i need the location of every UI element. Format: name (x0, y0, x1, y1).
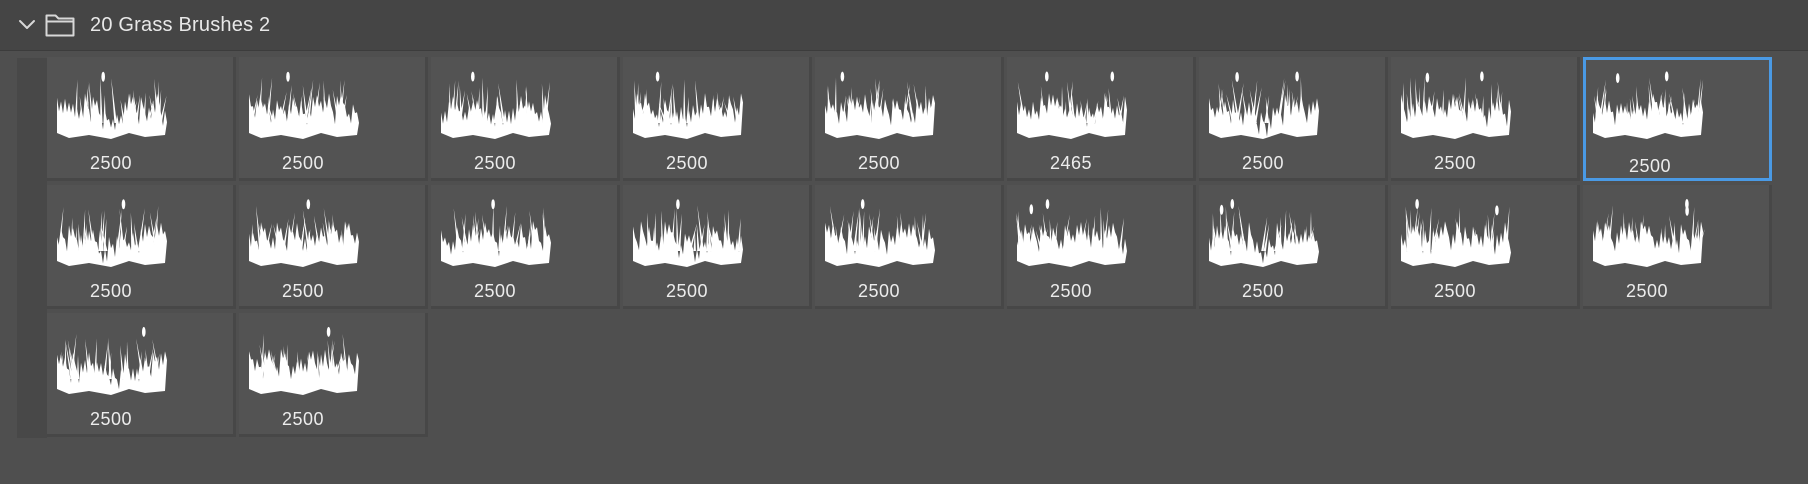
brush-size-label: 2500 (281, 153, 325, 173)
grass-brush-icon (1401, 71, 1511, 139)
brush-tile[interactable]: 2500 (47, 313, 236, 437)
brush-size-label: 2500 (1433, 153, 1477, 173)
brush-tile[interactable]: 2500 (623, 185, 812, 309)
brush-tile[interactable]: 2500 (431, 57, 620, 181)
brush-size-label: 2500 (1241, 281, 1285, 301)
folder-icon (45, 14, 75, 37)
brush-size-label: 2500 (857, 281, 901, 301)
grass-brush-icon (1593, 71, 1704, 139)
brush-tile[interactable]: 2500 (1199, 185, 1388, 309)
brush-tile[interactable]: 2500 (1391, 57, 1580, 181)
grass-brush-icon (1209, 71, 1319, 139)
brush-size-label: 2500 (665, 281, 709, 301)
brush-size-label: 2500 (473, 153, 517, 173)
brush-tile[interactable]: 2500 (815, 57, 1004, 181)
brush-size-label: 2500 (1628, 156, 1672, 176)
tree-indent-gutter (17, 58, 47, 438)
brush-tile[interactable]: 2465 (1007, 57, 1196, 181)
grass-brush-icon (57, 326, 167, 395)
brushes-panel: 20 Grass Brushes 2 2500 2500 2500 2500 2500 2… (0, 0, 1808, 484)
grass-brush-icon (1209, 199, 1319, 267)
brush-tile[interactable]: 2500 (1007, 185, 1196, 309)
chevron-down-icon[interactable] (17, 15, 37, 35)
brush-tile[interactable]: 2500 (1391, 185, 1580, 309)
brush-tile[interactable]: 2500 (239, 57, 428, 181)
brush-tile[interactable]: 2500 (431, 185, 620, 309)
brush-size-label: 2500 (89, 409, 133, 429)
brush-tile[interactable]: 2500 (239, 185, 428, 309)
brush-size-label: 2500 (1049, 281, 1093, 301)
brush-tile[interactable]: 2500 (47, 57, 236, 181)
grass-brush-icon (249, 326, 359, 395)
brush-tile[interactable]: 2500 (239, 313, 428, 437)
brush-tile[interactable]: 2500 (623, 57, 812, 181)
brush-tile[interactable]: 2500 (1199, 57, 1388, 181)
grass-brush-icon (1401, 199, 1511, 267)
grass-brush-icon (1593, 199, 1705, 267)
grass-brush-icon (57, 71, 167, 139)
grass-brush-icon (441, 71, 551, 139)
grass-brush-icon (633, 199, 743, 267)
brush-size-label: 2500 (665, 153, 709, 173)
brush-size-label: 2500 (857, 153, 901, 173)
grass-brush-icon (57, 199, 167, 267)
grass-brush-icon (249, 71, 359, 139)
brush-size-label: 2465 (1049, 153, 1093, 173)
brush-size-label: 2500 (281, 409, 325, 429)
brush-size-label: 2500 (281, 281, 325, 301)
brush-tile[interactable]: 2500 (47, 185, 236, 309)
brush-size-label: 2500 (89, 281, 133, 301)
grass-brush-icon (249, 199, 359, 267)
brush-group-header[interactable]: 20 Grass Brushes 2 (0, 0, 1808, 51)
brush-tile[interactable]: 2500 (1583, 57, 1772, 181)
brush-group-name: 20 Grass Brushes 2 (90, 14, 271, 36)
grass-brush-icon (633, 71, 743, 139)
brush-tile[interactable]: 2500 (1583, 185, 1772, 309)
brush-size-label: 2500 (89, 153, 133, 173)
brush-size-label: 2500 (1433, 281, 1477, 301)
grass-brush-icon (1017, 71, 1127, 139)
brush-tile[interactable]: 2500 (815, 185, 1004, 309)
grass-brush-icon (1016, 199, 1127, 267)
grass-brush-icon (825, 199, 935, 267)
brush-size-label: 2500 (473, 281, 517, 301)
brush-size-label: 2500 (1241, 153, 1285, 173)
grass-brush-icon (825, 71, 935, 139)
brush-size-label: 2500 (1625, 281, 1669, 301)
brush-thumbnail-grid: 2500 2500 2500 2500 2500 2465 2500 2500 2500 2500… (47, 57, 1774, 440)
grass-brush-icon (441, 199, 551, 267)
